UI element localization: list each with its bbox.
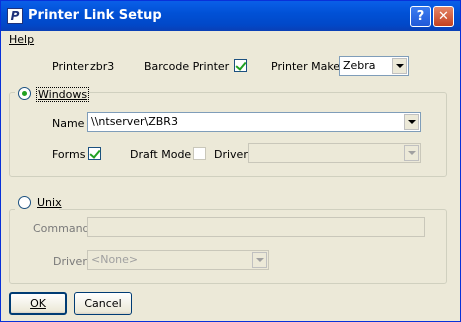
close-button[interactable]: ✕ [433, 6, 454, 27]
name-label: Name [52, 117, 85, 130]
cancel-button[interactable]: Cancel [74, 292, 132, 315]
printer-app-icon: P [7, 8, 23, 24]
unix-driver-select[interactable]: <None> [87, 250, 269, 270]
draft-mode-checkbox[interactable] [193, 147, 206, 160]
unix-driver-value: <None> [91, 253, 139, 266]
help-title-button[interactable]: ? [410, 6, 431, 27]
printer-label: Printer [52, 60, 89, 73]
printer-value: zbr3 [90, 60, 115, 73]
unix-radio-label[interactable]: Unix [37, 196, 62, 209]
windows-radio-label[interactable]: Windows [36, 87, 90, 102]
windows-radio[interactable] [18, 87, 31, 100]
chevron-down-icon[interactable] [404, 114, 419, 130]
unix-driver-label: Driver [53, 255, 87, 268]
printer-make-select[interactable]: Zebra [339, 56, 409, 76]
printer-name-value: \\ntserver\ZBR3 [91, 115, 178, 128]
printer-make-value: Zebra [343, 59, 376, 72]
dialog-window: P Printer Link Setup ? ✕ Help Printer zb… [0, 0, 461, 322]
command-label: Command [33, 222, 90, 235]
draft-mode-label: Draft Mode [130, 148, 192, 161]
chevron-down-icon[interactable] [252, 252, 267, 268]
command-input[interactable] [87, 217, 425, 237]
forms-label: Forms [52, 148, 86, 161]
unix-radio[interactable] [18, 196, 31, 209]
cancel-button-label: Cancel [84, 297, 122, 310]
menu-help[interactable]: Help [9, 33, 34, 46]
barcode-printer-label: Barcode Printer [144, 60, 230, 73]
printer-make-label: Printer Make [271, 60, 341, 73]
ok-button-label: OK [30, 297, 46, 310]
driver-label: Driver [214, 148, 248, 161]
windows-group [9, 92, 447, 177]
forms-checkbox[interactable] [88, 147, 101, 160]
chevron-down-icon[interactable] [392, 58, 407, 74]
window-title: Printer Link Setup [28, 8, 162, 23]
windows-driver-select[interactable] [248, 143, 421, 163]
printer-name-select[interactable]: \\ntserver\ZBR3 [87, 112, 421, 132]
barcode-printer-checkbox[interactable] [234, 59, 247, 72]
menu-bar: Help [1, 31, 460, 47]
title-bar[interactable]: P Printer Link Setup ? ✕ [1, 1, 460, 31]
ok-button[interactable]: OK [9, 292, 67, 315]
chevron-down-icon[interactable] [404, 145, 419, 161]
